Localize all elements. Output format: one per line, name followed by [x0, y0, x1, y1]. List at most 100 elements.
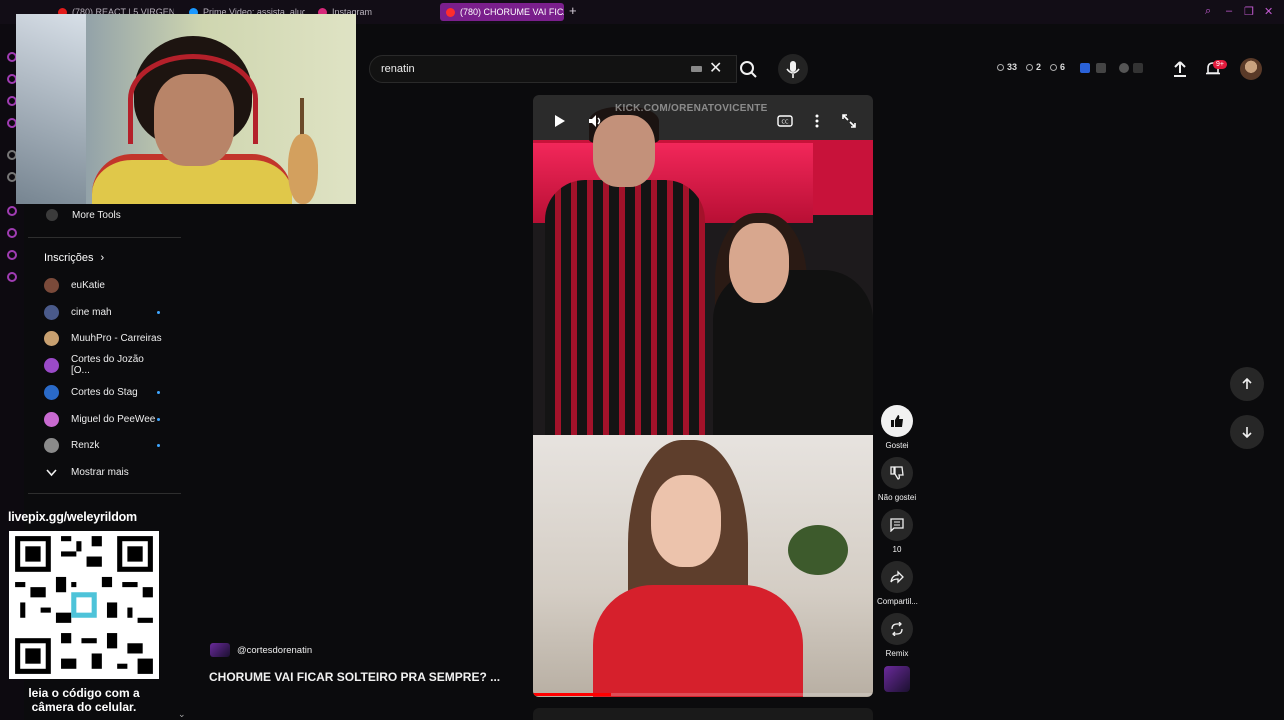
more-vert-icon	[815, 114, 819, 128]
sidebar-channel-item[interactable]: euKatie	[44, 275, 164, 295]
search-input[interactable]: renatin	[369, 55, 737, 83]
next-short-preview[interactable]	[533, 708, 873, 720]
new-content-dot	[157, 418, 160, 421]
livepix-caption: leia o código com a câmera do celular.	[8, 686, 160, 714]
share-icon	[890, 570, 904, 584]
shorts-player[interactable]: KICK.COM/ORENATOVICENTE CC	[533, 95, 873, 697]
new-tab-button[interactable]: +	[569, 4, 577, 18]
remix-action[interactable]: Remix	[877, 613, 917, 658]
settings-icon[interactable]	[7, 272, 17, 282]
new-content-dot	[157, 444, 160, 447]
share-button[interactable]	[881, 561, 913, 593]
fullscreen-button[interactable]	[837, 109, 861, 133]
next-short-button[interactable]	[1230, 415, 1264, 449]
person-black-shirt	[713, 270, 873, 435]
guitar	[288, 134, 318, 204]
play-button[interactable]	[547, 109, 571, 133]
video-title[interactable]: CHORUME VAI FICAR SOLTEIRO PRA SEMPRE? .…	[209, 670, 500, 684]
show-more-button[interactable]: Mostrar mais	[44, 462, 164, 482]
webcam-overlay	[16, 14, 356, 204]
sparkle-icon[interactable]	[1133, 63, 1143, 73]
tab-chorume-active[interactable]: (780) CHORUME VAI FICA	[440, 3, 564, 21]
volume-button[interactable]	[584, 109, 608, 133]
sidepanel-app-icon[interactable]	[7, 250, 17, 260]
thumbs-down-icon	[890, 466, 904, 480]
captions-button[interactable]: CC	[773, 109, 797, 133]
sidebar-channel-item[interactable]: Miguel do PeeWee	[44, 409, 164, 429]
channel-thumbnail[interactable]	[884, 666, 910, 692]
channel-name: cine mah	[71, 306, 112, 318]
keyboard-icon[interactable]	[691, 66, 702, 72]
person-face	[651, 475, 721, 567]
webcam-headset	[128, 54, 258, 144]
comments-button[interactable]	[881, 509, 913, 541]
channel-avatar	[44, 384, 59, 400]
search-icon[interactable]	[734, 56, 762, 82]
subscriptions-header[interactable]: Inscrições ›	[44, 252, 104, 264]
comments-action[interactable]: 10	[877, 509, 917, 554]
extension-list-icon[interactable]	[1096, 63, 1106, 73]
channel-info[interactable]: @cortesdorenatin	[210, 643, 312, 657]
dislike-action[interactable]: Não gostei	[877, 457, 917, 502]
channel-avatar	[44, 437, 59, 453]
remix-button[interactable]	[881, 613, 913, 645]
thumbs-up-icon	[891, 415, 903, 427]
channel-name: MuuhPro - Carreiras	[71, 332, 162, 344]
arrow-down-icon	[1242, 427, 1252, 439]
minimize-icon[interactable]: –	[1226, 5, 1232, 17]
watched-stat: 2	[1026, 62, 1041, 72]
extension-stats: 33 2 6	[997, 62, 1065, 72]
eye-icon	[1026, 63, 1034, 71]
dislike-button[interactable]	[881, 457, 913, 489]
sidebar-channel-item[interactable]: cine mah	[44, 302, 164, 322]
progress-fill	[533, 693, 612, 696]
like-label: Gostei	[885, 441, 909, 450]
sidebar-item-more-tools[interactable]: More Tools	[46, 209, 121, 221]
subscriptions-title: Inscrições	[44, 252, 94, 264]
search-tabs-icon[interactable]: ⌕	[1205, 5, 1211, 18]
more-options-button[interactable]	[805, 109, 829, 133]
sidepanel-app-icon[interactable]	[7, 228, 17, 238]
webcam-background-door	[16, 14, 86, 204]
microphone-icon[interactable]	[778, 54, 808, 84]
play-icon	[555, 115, 565, 127]
close-window-icon[interactable]: ✕	[1264, 5, 1273, 18]
svg-text:CC: CC	[782, 120, 789, 126]
progress-bar[interactable]	[533, 693, 873, 696]
like-action[interactable]: Gostei	[877, 405, 917, 450]
sidebar-scroll-down-icon[interactable]: ⌄	[178, 709, 186, 720]
tools-icon	[46, 209, 58, 221]
sidebar-channel-item[interactable]: MuuhPro - Carreiras	[44, 328, 164, 348]
like-button[interactable]	[881, 405, 913, 437]
person-striped-jersey	[545, 180, 705, 435]
channel-handle[interactable]: @cortesdorenatin	[237, 645, 312, 656]
arrow-up-icon	[1242, 377, 1252, 389]
upload-icon[interactable]	[1172, 60, 1188, 78]
video-watermark: KICK.COM/ORENATOVICENTE	[615, 103, 768, 114]
caption-line: câmera do celular.	[31, 700, 137, 714]
remix-icon	[891, 622, 903, 636]
tab-label: (780) CHORUME VAI FICA	[460, 7, 564, 17]
share-action[interactable]: Compartil...	[877, 561, 918, 606]
extension-icon[interactable]	[1080, 63, 1090, 73]
sidebar-channel-item[interactable]: Renzk	[44, 435, 164, 455]
sidebar-channel-item[interactable]: Cortes do Stag	[44, 382, 164, 402]
channel-name: euKatie	[71, 279, 105, 291]
screen: (780) REACT | 5 VIRGENS Prime Video: ass…	[0, 0, 1284, 720]
trophy-icon[interactable]	[1119, 63, 1129, 73]
hidden-stat: 6	[1050, 62, 1065, 72]
previous-short-button[interactable]	[1230, 367, 1264, 401]
caption-line: leia o código com a	[28, 686, 140, 700]
clear-search-icon[interactable]: ✕	[709, 59, 722, 79]
video-frame-top: KICK.COM/ORENATOVICENTE	[533, 95, 873, 435]
maximize-icon[interactable]: ❐	[1244, 5, 1254, 18]
account-avatar[interactable]	[1240, 58, 1262, 80]
sidebar-channel-item[interactable]: Cortes do Jozão [O...	[44, 354, 164, 376]
sidepanel-app-icon[interactable]	[7, 206, 17, 216]
qr-code	[9, 531, 159, 679]
expand-icon	[842, 114, 856, 128]
sidebar-divider	[28, 493, 181, 494]
channel-name: Miguel do PeeWee	[71, 413, 156, 425]
new-content-dot	[157, 391, 160, 394]
channel-avatar[interactable]	[210, 643, 230, 657]
